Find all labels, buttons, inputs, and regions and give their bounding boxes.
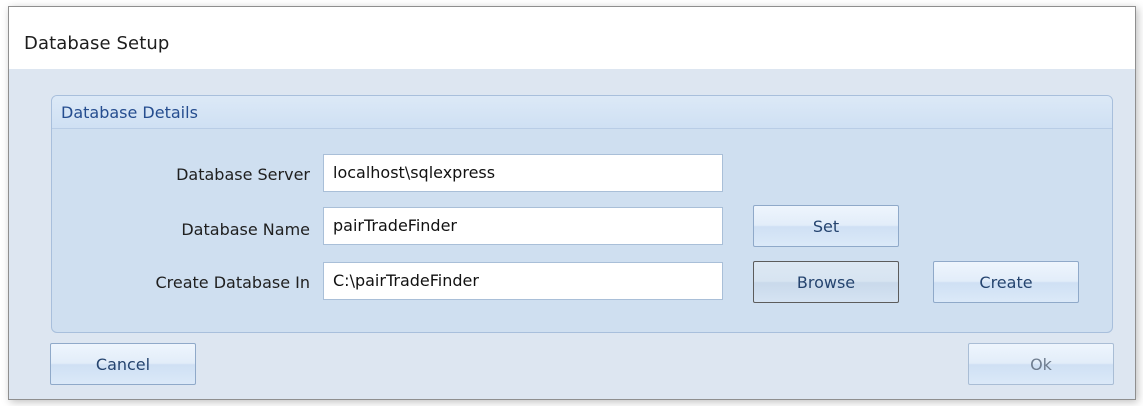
database-server-field[interactable]: localhost\sqlexpress (323, 154, 723, 192)
database-server-value: localhost\sqlexpress (333, 163, 496, 182)
database-name-field[interactable]: pairTradeFinder (323, 207, 723, 245)
create-database-in-field[interactable]: C:\pairTradeFinder (323, 262, 723, 300)
database-name-value: pairTradeFinder (333, 216, 457, 235)
database-server-label: Database Server (176, 165, 310, 184)
title-bar: Database Setup (9, 7, 1135, 69)
cancel-button[interactable]: Cancel (50, 343, 196, 385)
create-database-in-value: C:\pairTradeFinder (333, 271, 479, 290)
ok-button[interactable]: Ok (968, 343, 1114, 385)
browse-button[interactable]: Browse (753, 261, 899, 303)
dialog-client-area: Database Details Database Server localho… (9, 69, 1135, 399)
create-database-in-label: Create Database In (155, 273, 310, 292)
window-title: Database Setup (24, 33, 170, 54)
set-button[interactable]: Set (753, 205, 899, 247)
database-setup-window: Database Setup Database Details Database… (8, 6, 1136, 400)
database-name-label: Database Name (181, 220, 310, 239)
database-details-group: Database Details Database Server localho… (51, 95, 1113, 333)
group-title: Database Details (61, 103, 198, 122)
create-button[interactable]: Create (933, 261, 1079, 303)
group-header: Database Details (52, 96, 1112, 129)
